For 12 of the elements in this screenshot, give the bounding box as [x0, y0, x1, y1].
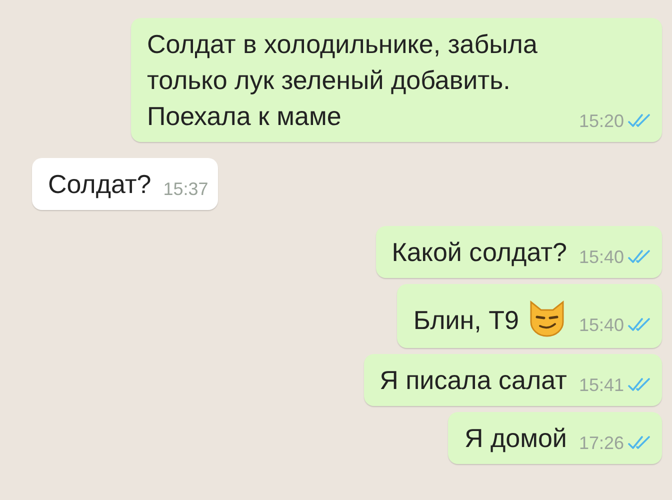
message-text: Я писала салат	[380, 364, 567, 397]
message-text: Какой солдат?	[392, 236, 567, 269]
message-text: Я домой	[464, 422, 567, 455]
message-text: Солдат?	[48, 168, 152, 201]
message-time: 15:20	[578, 110, 624, 133]
message-time: 15:41	[578, 374, 624, 397]
message-text: Блин, Т9	[413, 304, 519, 337]
message-text: Солдат в холодильнике, забыла только лук зеленый добавить. Поехала к маме	[146, 28, 538, 133]
message-time: 15:40	[578, 314, 624, 337]
message-time: 15:40	[578, 246, 624, 269]
message-time: 17:26	[578, 432, 624, 455]
message-time: 15:37	[163, 178, 208, 201]
